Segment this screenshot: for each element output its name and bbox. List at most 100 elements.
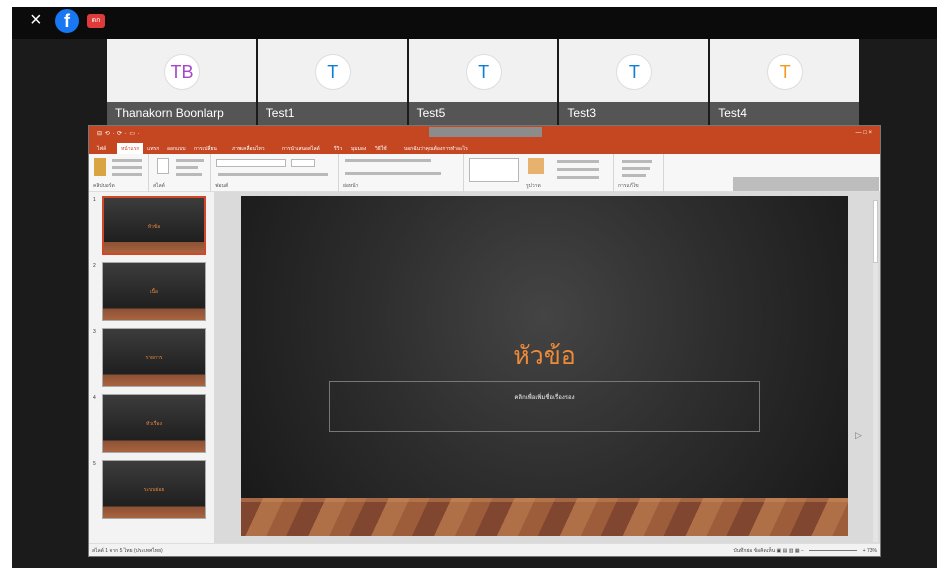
slide-number: 4: [93, 395, 96, 401]
quick-access-toolbar[interactable]: ⊟ ⟲ · ⟳ · ▭ ·: [97, 130, 140, 137]
view-and-zoom-controls[interactable]: บันทึกย่อ ข้อคิดเห็น ▣ ▤ ▥ ▦ − + 73%: [733, 547, 877, 555]
tab-design[interactable]: ออกแบบ: [167, 145, 186, 153]
thumbnail-title: เนื้อ: [149, 289, 159, 295]
live-icon[interactable]: ดก: [87, 14, 105, 28]
avatar: TB: [164, 54, 200, 90]
powerpoint-titlebar: ⊟ ⟲ · ⟳ · ▭ · — □ ×: [89, 126, 880, 142]
ribbon: คลิปบอร์ด สไลด์ ฟอนต์ ย่อหน้า รูปวาด การ…: [89, 154, 880, 192]
group-label: คลิปบอร์ด: [93, 183, 115, 189]
format-painter-icon[interactable]: [112, 173, 142, 176]
participant-name: Thanakorn Boonlarp: [107, 102, 256, 125]
group-label: การแก้ไข: [618, 183, 639, 189]
window-controls[interactable]: — □ ×: [856, 130, 872, 136]
view-buttons[interactable]: บันทึกย่อ ข้อคิดเห็น ▣ ▤ ▥ ▦ −: [733, 548, 803, 554]
scrollbar-thumb[interactable]: [873, 200, 878, 263]
font-size-field[interactable]: [291, 159, 315, 167]
tab-help[interactable]: วิธีใช้: [375, 145, 387, 153]
alignment-buttons[interactable]: [345, 172, 441, 175]
slide-number: 3: [93, 329, 96, 335]
slide-thumbnail[interactable]: รายการ: [102, 328, 206, 387]
shape-gallery[interactable]: [469, 158, 519, 182]
participant-tile[interactable]: T Test3: [559, 39, 709, 125]
slides-group: สไลด์: [149, 154, 211, 192]
participant-name: Test4: [710, 102, 859, 125]
participant-tile[interactable]: T Test5: [408, 39, 558, 125]
copy-icon[interactable]: [112, 166, 142, 169]
current-slide[interactable]: หัวข้อ คลิกเพื่อเพิ่มชื่อเรื่องรอง: [241, 196, 848, 536]
tab-insert[interactable]: แทรก: [147, 145, 159, 153]
subtitle-placeholder-text: คลิกเพื่อเพิ่มชื่อเรื่องรอง: [514, 395, 575, 401]
layout-button[interactable]: [176, 159, 204, 162]
editing-group: การแก้ไข: [614, 154, 664, 192]
shape-fill-button[interactable]: [557, 160, 599, 163]
avatar: T: [616, 54, 653, 90]
wooden-floor-background: [241, 498, 848, 536]
shape-effects-button[interactable]: [557, 176, 599, 179]
zoom-level[interactable]: + 73%: [863, 548, 877, 554]
tell-me-search[interactable]: บอกฉันว่าคุณต้องการทำอะไร: [404, 145, 468, 153]
tab-animations[interactable]: ภาพเคลื่อนไหว: [232, 145, 265, 153]
font-group: ฟอนต์: [211, 154, 339, 192]
group-label: สไลด์: [153, 183, 165, 189]
thumbnail-title: ระบบย่อย: [143, 487, 165, 493]
tab-view[interactable]: มุมมอง: [351, 145, 366, 153]
slide-thumbnail[interactable]: หัวข้อ: [102, 196, 206, 255]
participant-tile[interactable]: T Test4: [710, 39, 859, 125]
participant-tile[interactable]: T Test1: [257, 39, 407, 125]
reset-button[interactable]: [176, 166, 198, 169]
tab-review[interactable]: รีวิว: [334, 145, 342, 153]
find-button[interactable]: [622, 160, 652, 163]
arrange-icon[interactable]: [528, 158, 544, 174]
tab-home[interactable]: หน้าแรก: [117, 143, 144, 154]
close-icon[interactable]: ×: [30, 10, 42, 30]
ribbon-redaction-bar: [733, 177, 879, 191]
top-overlay-bar: [12, 7, 937, 39]
slide-title[interactable]: หัวข้อ: [241, 341, 848, 371]
slide-thumbnail-pane: 1 หัวข้อ 2 เนื้อ 3 รายการ 4 หัวเรื่อง 5 …: [89, 192, 214, 545]
group-label: ฟอนต์: [215, 183, 229, 189]
shape-outline-button[interactable]: [557, 168, 599, 171]
clipboard-group: คลิปบอร์ด: [89, 154, 149, 192]
drawing-group: รูปวาด: [464, 154, 614, 192]
slide-thumbnail[interactable]: เนื้อ: [102, 262, 206, 321]
participant-strip: TB Thanakorn Boonlarp T Test1 T Test5 T …: [107, 39, 859, 125]
participant-name: Test5: [408, 102, 558, 125]
slide-number: 1: [93, 197, 96, 203]
tab-slide-show[interactable]: การนำเสนอสไลด์: [282, 145, 320, 153]
replace-button[interactable]: [622, 167, 650, 170]
ribbon-tabs: ไฟล์ หน้าแรก แทรก ออกแบบ การเปลี่ยน ภาพเ…: [89, 142, 880, 154]
thumbnail-title: หัวเรื่อง: [146, 421, 162, 427]
slide-number: 5: [93, 461, 96, 467]
participant-tile[interactable]: TB Thanakorn Boonlarp: [107, 39, 256, 125]
powerpoint-window: ⊟ ⟲ · ⟳ · ▭ · — □ × ไฟล์ หน้าแรก แทรก ออ…: [88, 125, 881, 557]
section-button[interactable]: [176, 173, 202, 176]
select-button[interactable]: [622, 174, 646, 177]
zoom-slider[interactable]: [809, 550, 858, 552]
status-bar: สไลด์ 1 จาก 5 ไทย (ประเทศไทย) บันทึกย่อ …: [89, 543, 880, 556]
group-label: ย่อหน้า: [343, 183, 359, 189]
participant-name: Test1: [257, 102, 407, 125]
font-name-field[interactable]: [216, 159, 286, 167]
tab-transitions[interactable]: การเปลี่ยน: [194, 145, 217, 153]
list-buttons[interactable]: [345, 159, 431, 162]
avatar: T: [767, 54, 804, 90]
new-slide-icon[interactable]: [157, 158, 169, 174]
slide-thumbnail[interactable]: หัวเรื่อง: [102, 394, 206, 453]
avatar: T: [314, 54, 351, 90]
font-format-buttons[interactable]: [218, 173, 328, 176]
subtitle-placeholder[interactable]: คลิกเพื่อเพิ่มชื่อเรื่องรอง: [329, 381, 760, 432]
group-label: รูปวาด: [526, 183, 541, 189]
avatar: T: [465, 54, 502, 90]
slide-thumbnail[interactable]: ระบบย่อย: [102, 460, 206, 519]
title-redaction-bar: [429, 127, 542, 137]
facebook-icon[interactable]: f: [55, 9, 79, 33]
cut-icon[interactable]: [112, 159, 142, 162]
tab-file[interactable]: ไฟล์: [97, 145, 106, 153]
thumbnail-title: รายการ: [145, 355, 163, 361]
paragraph-group: ย่อหน้า: [339, 154, 464, 192]
paste-icon[interactable]: [94, 158, 106, 176]
slide-number: 2: [93, 263, 96, 269]
participant-name: Test3: [559, 102, 709, 125]
mouse-pointer-icon: ▷: [855, 430, 862, 440]
vertical-scrollbar[interactable]: [873, 200, 878, 542]
